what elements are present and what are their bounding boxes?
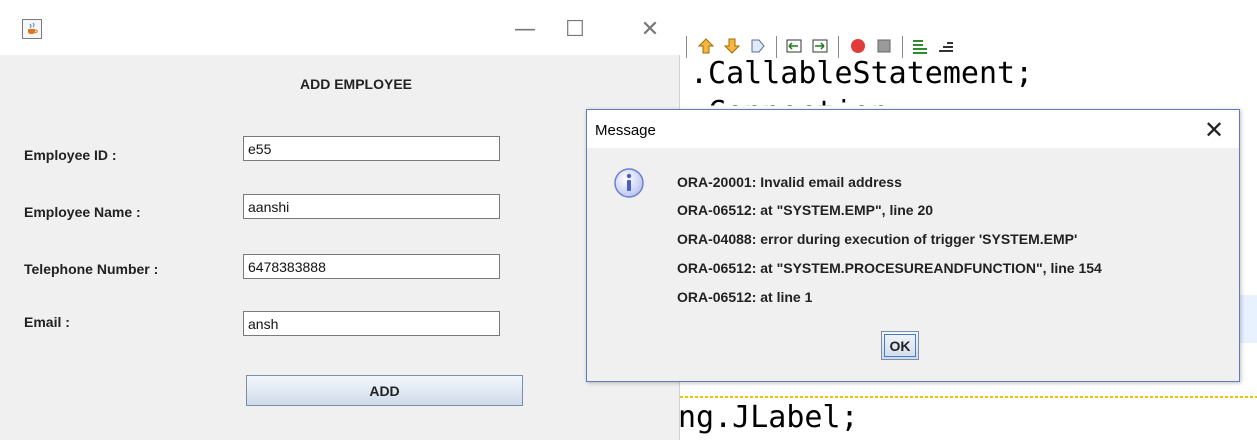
java-cup-icon: [22, 19, 42, 39]
message-dialog: Message ✕ ORA-20001: Invalid email addre…: [586, 109, 1240, 382]
code-area-bottom: ng.JLabel;: [670, 398, 1257, 440]
add-button[interactable]: ADD: [246, 375, 523, 406]
format-icon[interactable]: [910, 36, 930, 56]
toolbar-separator: [776, 36, 777, 58]
step-back-icon[interactable]: [784, 36, 804, 56]
toolbar-separator: [902, 36, 903, 58]
telephone-input[interactable]: [243, 254, 500, 279]
dialog-titlebar: Message ✕: [587, 110, 1239, 148]
telephone-label: Telephone Number :: [24, 261, 159, 277]
window-titlebar: — ☐ ✕: [0, 0, 680, 55]
error-message-line: ORA-06512: at "SYSTEM.PROCESUREANDFUNCTI…: [677, 260, 1102, 276]
info-icon: [614, 168, 644, 198]
step-forward-icon[interactable]: [810, 36, 830, 56]
dialog-close-button[interactable]: ✕: [1201, 116, 1227, 144]
form-title: ADD EMPLOYEE: [300, 76, 413, 92]
close-button[interactable]: ✕: [630, 14, 670, 44]
error-message-line: ORA-06512: at "SYSTEM.EMP", line 20: [677, 202, 934, 218]
code-line: ng.JLabel;: [678, 400, 859, 435]
employee-id-input[interactable]: [243, 136, 500, 161]
error-message-line: ORA-20001: Invalid email address: [677, 174, 902, 190]
error-message-line: ORA-04088: error during execution of tri…: [677, 231, 1078, 247]
code-line: .CallableStatement;: [690, 56, 1034, 91]
error-message-line: ORA-06512: at line 1: [677, 289, 813, 305]
stop-icon[interactable]: [874, 36, 894, 56]
up-arrow-icon[interactable]: [696, 36, 716, 56]
employee-name-input[interactable]: [243, 194, 500, 219]
align-icon[interactable]: [936, 36, 956, 56]
email-label: Email :: [24, 314, 70, 330]
dialog-title: Message: [595, 122, 656, 139]
record-icon[interactable]: [848, 36, 868, 56]
ok-button[interactable]: OK: [881, 331, 919, 360]
maximize-button[interactable]: ☐: [555, 14, 595, 44]
toolbar-separator: [686, 36, 687, 58]
add-employee-window: — ☐ ✕ ADD EMPLOYEE Employee ID : Employe…: [0, 0, 680, 440]
employee-name-label: Employee Name :: [24, 204, 141, 220]
step-icon[interactable]: [748, 36, 768, 56]
email-input[interactable]: [243, 311, 500, 336]
minimize-button[interactable]: —: [505, 14, 545, 44]
employee-id-label: Employee ID :: [24, 147, 117, 163]
toolbar-separator: [838, 36, 839, 58]
down-arrow-icon[interactable]: [722, 36, 742, 56]
